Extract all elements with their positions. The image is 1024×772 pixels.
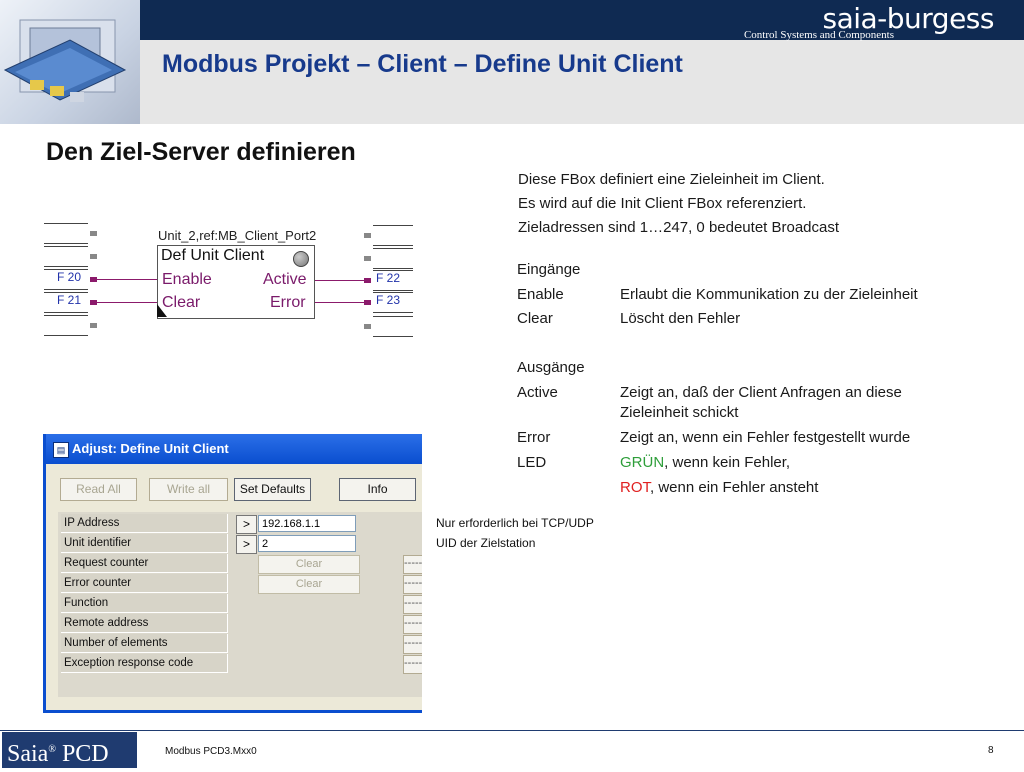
write-all-button[interactable]: Write all (149, 478, 228, 501)
output-name: LED (517, 454, 547, 471)
active-output: Active (263, 271, 307, 288)
param-label: Function (61, 594, 228, 613)
outputs-heading: Ausgänge (517, 359, 585, 376)
description-line: Diese FBox definiert eine Zieleinheit im… (518, 171, 825, 188)
left-slot (44, 315, 88, 336)
output-description: Zeigt an, daß der Client Anfragen an die… (620, 384, 902, 401)
section-heading: Den Ziel-Server definieren (46, 138, 356, 166)
led-green-description: GRÜN, wenn kein Fehler, (620, 454, 790, 471)
param-value: ----- (403, 555, 422, 574)
input-name: Clear (517, 310, 553, 327)
note-tcp-udp: Nur erforderlich bei TCP/UDP (436, 516, 594, 530)
connector-pin (90, 231, 97, 236)
write-arrow-button[interactable]: > (236, 515, 257, 534)
param-label: Remote address (61, 614, 228, 633)
right-slot (373, 248, 413, 269)
logo-sub: PCD (55, 741, 109, 767)
connector-pin (364, 256, 371, 261)
param-label: IP Address (61, 514, 228, 533)
header-image (0, 0, 140, 124)
error-wire (313, 302, 364, 303)
flag-label: F 20 (57, 270, 82, 284)
page-number: 8 (988, 745, 994, 756)
param-value: ----- (403, 595, 422, 614)
right-slot (373, 225, 413, 246)
param-value: ----- (403, 635, 422, 654)
param-label: Error counter (61, 574, 228, 593)
read-all-button[interactable]: Read All (60, 478, 137, 501)
param-value: ----- (403, 615, 422, 634)
connector-pin (90, 277, 97, 282)
param-label: Exception response code (61, 654, 228, 673)
note-uid: UID der Zielstation (436, 536, 536, 550)
right-slot (373, 316, 413, 337)
flag-label: F 21 (57, 293, 82, 307)
connector-pin (90, 300, 97, 305)
description-line: Es wird auf die Init Client FBox referen… (518, 195, 807, 212)
ip-address-input[interactable]: 192.168.1.1 (258, 515, 356, 532)
led-red-description: ROT, wenn ein Fehler ansteht (620, 479, 818, 496)
input-description: Löscht den Fehler (620, 310, 741, 327)
connector-pin (364, 300, 371, 305)
info-button[interactable]: Info (339, 478, 416, 501)
corner-triangle-icon (157, 304, 167, 317)
error-output: Error (270, 294, 306, 311)
led-icon (293, 251, 309, 267)
flag-label: F 23 (376, 293, 401, 307)
dialog-title: Adjust: Define Unit Client (72, 441, 229, 456)
connector-pin (364, 278, 371, 283)
green-word: GRÜN (620, 454, 665, 471)
adjust-dialog: ▤ Adjust: Define Unit Client Read All Wr… (43, 434, 422, 713)
fbox-title: Def Unit Client (161, 247, 265, 264)
flag-label: F 22 (376, 271, 401, 285)
brand-tagline: Control Systems and Components (743, 29, 894, 41)
clear-error-counter-button[interactable]: Clear (258, 575, 360, 594)
inputs-heading: Eingänge (517, 261, 581, 278)
enable-input: Enable (162, 271, 212, 288)
active-wire (313, 280, 364, 281)
write-arrow-button[interactable]: > (236, 535, 257, 554)
description-line: Zieladressen sind 1…247, 0 bedeutet Broa… (518, 219, 840, 236)
left-slot (44, 246, 88, 267)
red-rest: , wenn ein Fehler ansteht (650, 479, 819, 496)
connector-pin (364, 233, 371, 238)
clear-wire (97, 302, 157, 303)
red-word: ROT (620, 479, 650, 496)
logo-main: Saia (7, 741, 49, 767)
param-label: Request counter (61, 554, 228, 573)
parameter-table: IP Address > 192.168.1.1 Unit identifier… (58, 512, 422, 697)
connector-pin (90, 254, 97, 259)
footer-divider (0, 730, 1024, 731)
set-defaults-button[interactable]: Set Defaults (234, 478, 311, 501)
input-description: Erlaubt die Kommunikation zu der Zielein… (620, 286, 918, 303)
window-icon[interactable]: ▤ (53, 442, 69, 458)
page-title: Modbus Projekt – Client – Define Unit Cl… (162, 50, 683, 78)
green-rest: , wenn kein Fehler, (664, 454, 791, 471)
param-label: Unit identifier (61, 534, 228, 553)
unit-identifier-input[interactable]: 2 (258, 535, 356, 552)
connector-pin (364, 324, 371, 329)
input-name: Enable (517, 286, 564, 303)
output-description: Zeigt an, wenn ein Fehler festgestellt w… (620, 429, 911, 446)
logo-registered: ® (48, 744, 56, 755)
controller-illustration (3, 19, 127, 102)
param-value: ----- (403, 575, 422, 594)
output-description: Zieleinheit schickt (620, 404, 739, 421)
connector-pin (90, 323, 97, 328)
left-slot (44, 223, 88, 244)
enable-wire (97, 279, 157, 280)
output-name: Active (517, 384, 558, 401)
param-value: ----- (403, 655, 422, 674)
footer-text: Modbus PCD3.Mxx0 (165, 746, 257, 757)
fbox-reference: Unit_2,ref:MB_Client_Port2 (158, 228, 317, 243)
output-name: Error (517, 429, 551, 446)
clear-request-counter-button[interactable]: Clear (258, 555, 360, 574)
param-label: Number of elements (61, 634, 228, 653)
footer-logo: Saia® PCD (2, 732, 137, 768)
